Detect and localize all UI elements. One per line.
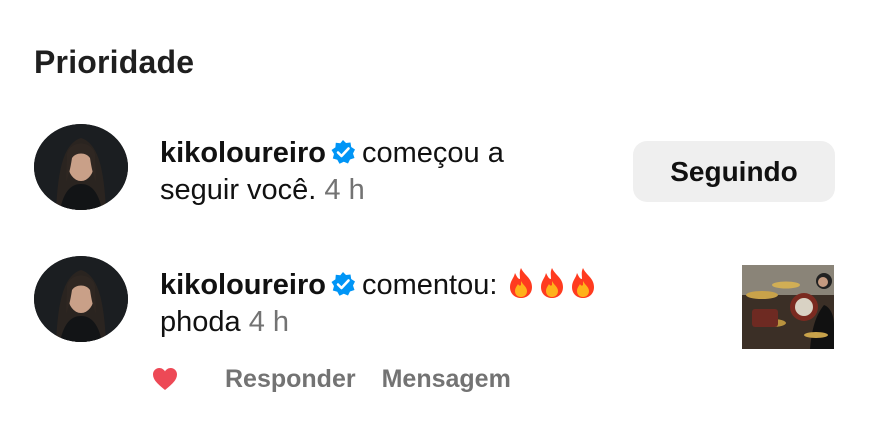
username-link[interactable]: kikoloureiro bbox=[160, 269, 326, 301]
verified-badge-icon bbox=[330, 138, 356, 164]
timestamp: 4 h bbox=[248, 306, 290, 338]
avatar[interactable] bbox=[34, 124, 128, 210]
action-text: começou a bbox=[362, 137, 504, 169]
verified-badge-icon bbox=[330, 270, 356, 296]
heart-icon[interactable] bbox=[152, 367, 178, 391]
notification-text: kikoloureiro começou a seguir você. 4 h bbox=[160, 135, 504, 209]
notification-text: kikoloureiro comentou: phoda 4 h bbox=[160, 267, 598, 341]
timestamp: 4 h bbox=[324, 174, 365, 206]
reply-button[interactable]: Responder bbox=[225, 365, 356, 394]
priority-section-title: Prioridade bbox=[34, 44, 195, 80]
message-button[interactable]: Mensagem bbox=[382, 365, 511, 394]
fire-icon bbox=[568, 267, 598, 299]
action-text: comentou: bbox=[362, 269, 498, 301]
comment-actions: Responder Mensagem bbox=[152, 362, 537, 396]
username-link[interactable]: kikoloureiro bbox=[160, 137, 326, 169]
fire-icon bbox=[537, 267, 567, 299]
post-thumbnail[interactable] bbox=[742, 265, 834, 349]
action-text-continued: seguir você. bbox=[160, 174, 317, 206]
comment-text: phoda bbox=[160, 306, 241, 338]
avatar[interactable] bbox=[34, 256, 128, 342]
following-button[interactable]: Seguindo bbox=[633, 141, 835, 202]
fire-icon bbox=[506, 267, 536, 299]
